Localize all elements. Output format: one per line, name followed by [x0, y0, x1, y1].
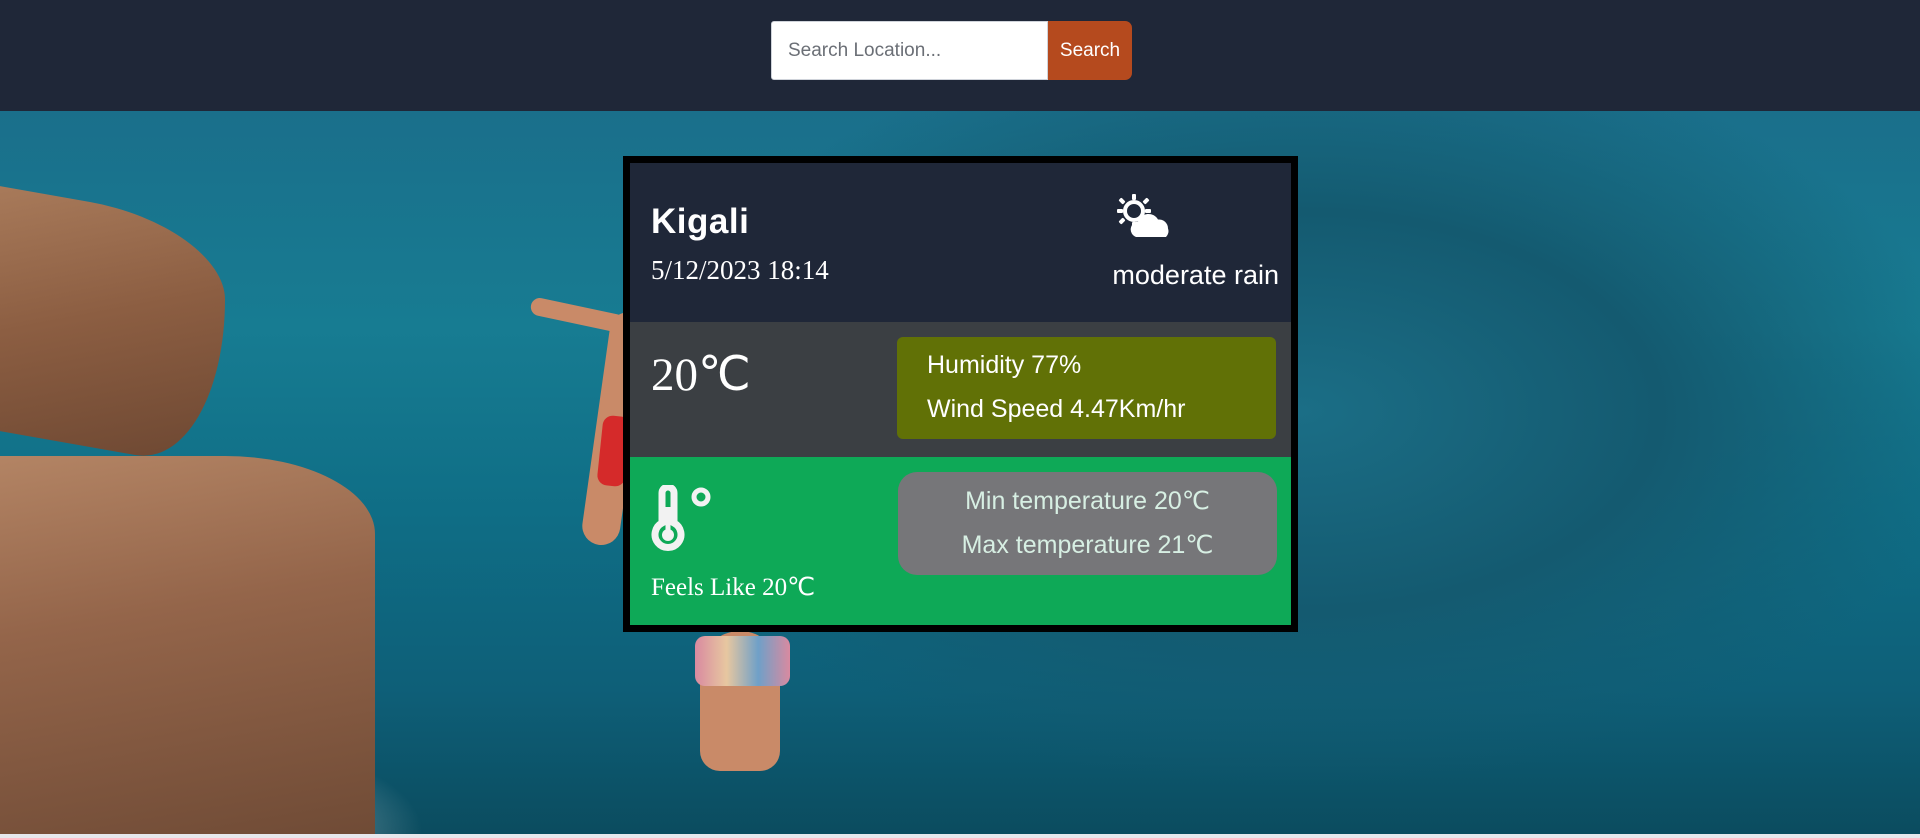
weather-card: Kigali 5/12/2023 18:14 moderate rain 20℃… — [623, 156, 1298, 632]
weather-card-feels: Feels Like 20℃ Min temperature 20℃ Max t… — [630, 457, 1291, 625]
second-jumper-shorts — [695, 636, 790, 686]
weather-condition: moderate rain — [1112, 260, 1279, 290]
weather-card-header: Kigali 5/12/2023 18:14 moderate rain — [630, 163, 1291, 322]
humidity-value: Humidity 77% — [927, 351, 1082, 379]
thermometer-degree-icon — [651, 485, 711, 552]
search-location-input[interactable] — [771, 21, 1048, 80]
sun-behind-cloud-icon — [1117, 194, 1169, 237]
feels-like-temperature: Feels Like 20℃ — [651, 574, 816, 601]
search-form: Search — [771, 21, 1132, 80]
local-datetime: 5/12/2023 18:14 — [651, 255, 829, 285]
min-temperature: Min temperature 20℃ — [965, 487, 1210, 515]
top-navbar: Search — [0, 0, 1920, 111]
cliff-rock-upper — [0, 186, 225, 471]
humidity-wind-box: Humidity 77% Wind Speed 4.47Km/hr — [897, 337, 1276, 439]
wind-speed-value: Wind Speed 4.47Km/hr — [927, 395, 1186, 423]
current-temperature: 20℃ — [651, 349, 751, 401]
max-temperature: Max temperature 21℃ — [961, 531, 1214, 559]
page-bottom-edge — [0, 834, 1920, 838]
search-button[interactable]: Search — [1048, 21, 1132, 80]
cliff-rock-lower — [0, 456, 375, 834]
weather-card-current: 20℃ Humidity 77% Wind Speed 4.47Km/hr — [630, 322, 1291, 457]
min-max-temperature-box: Min temperature 20℃ Max temperature 21℃ — [898, 472, 1277, 575]
city-name: Kigali — [651, 202, 750, 241]
